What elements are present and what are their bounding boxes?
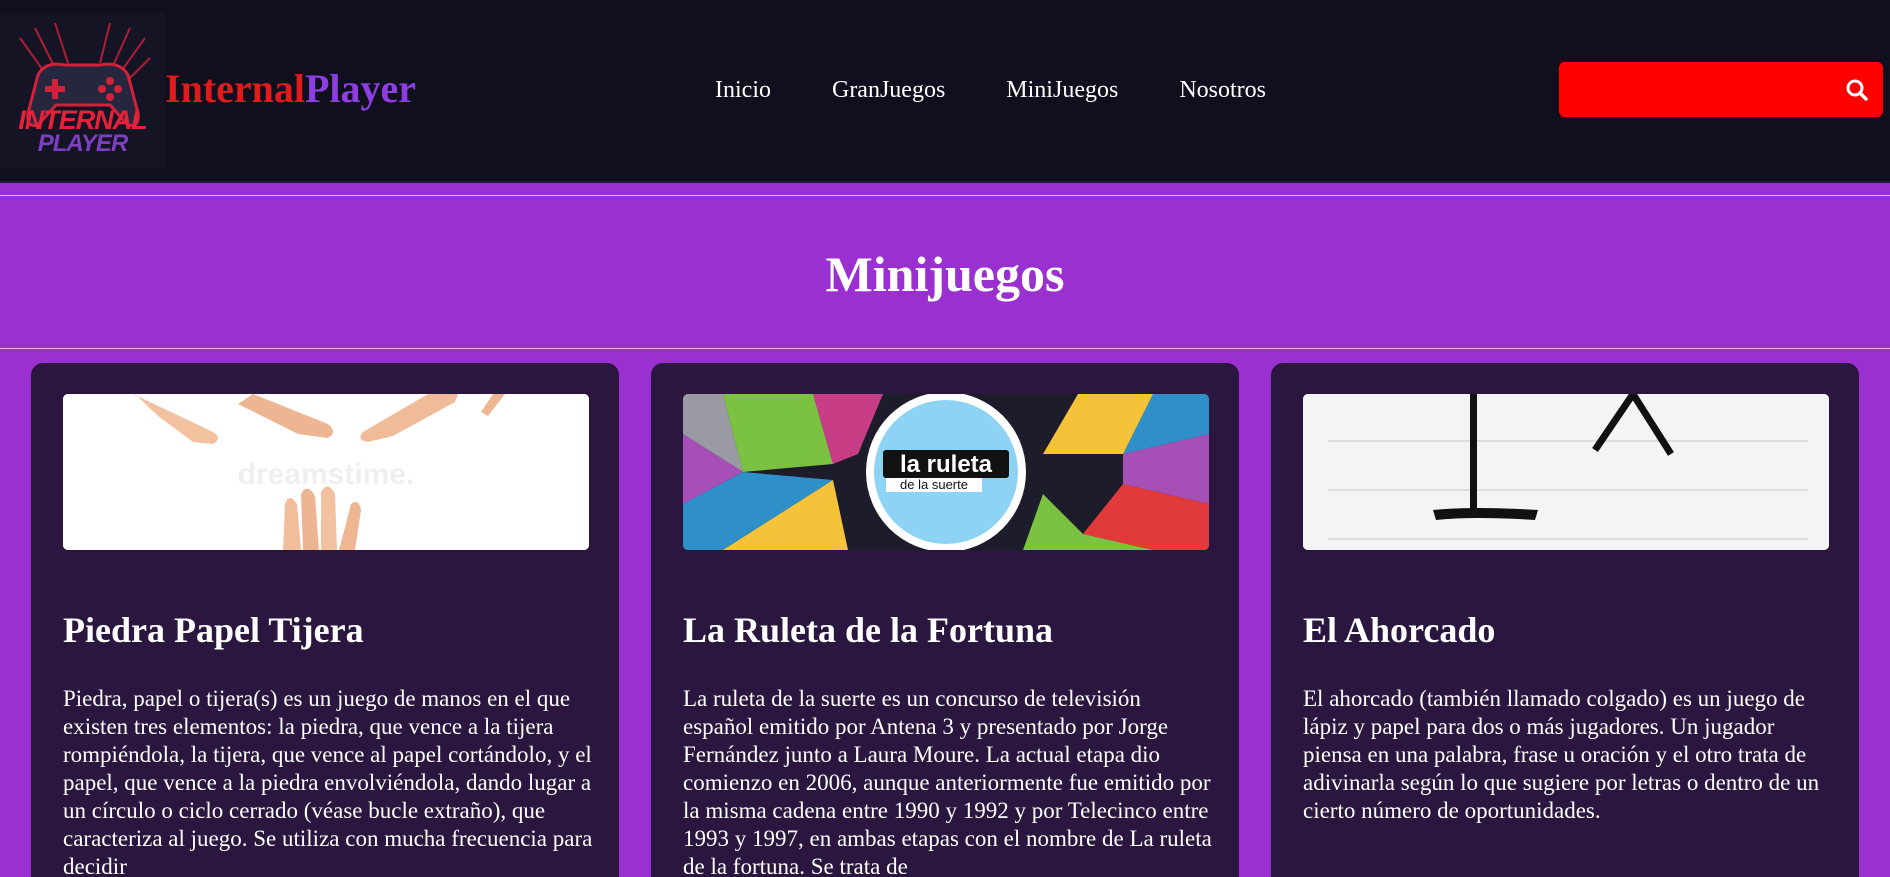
hands-icon: dreamstime. xyxy=(63,394,589,550)
site-header: INTERNAL PLAYER InternalPlayer Inicio Gr… xyxy=(0,0,1890,183)
nav-inicio[interactable]: Inicio xyxy=(715,74,771,106)
search-icon xyxy=(1846,79,1868,101)
brand-name[interactable]: InternalPlayer xyxy=(165,66,416,112)
hangman-icon xyxy=(1303,394,1829,550)
card-title[interactable]: Piedra Papel Tijera xyxy=(63,609,589,651)
brand-part-player: Player xyxy=(305,66,417,111)
fortune-wheel-icon: la ruleta de la suerte xyxy=(683,394,1209,550)
card-description: El ahorcado (también llamado colgado) es… xyxy=(1303,686,1820,823)
site-logo[interactable]: INTERNAL PLAYER xyxy=(0,13,165,168)
game-card-piedra-papel-tijera[interactable]: dreamstime. Piedra Papel Tijera Piedra, … xyxy=(31,363,619,877)
page-title: Minijuegos xyxy=(825,246,1065,302)
card-description: La ruleta de la suerte es un concurso de… xyxy=(683,686,1212,877)
search-input[interactable] xyxy=(1559,62,1829,117)
card-image-hangman[interactable] xyxy=(1303,394,1829,550)
brand-part-internal: Internal xyxy=(165,66,305,111)
main-nav: Inicio GranJuegos MiniJuegos Nosotros xyxy=(715,74,1266,106)
card-description: Piedra, papel o tijera(s) es un juego de… xyxy=(63,686,593,877)
logo-text-player: PLAYER xyxy=(37,130,129,157)
card-title[interactable]: El Ahorcado xyxy=(1303,609,1829,651)
wheel-logo-title: la ruleta xyxy=(900,451,993,478)
card-title[interactable]: La Ruleta de la Fortuna xyxy=(683,609,1209,651)
hero-divider-bottom xyxy=(0,348,1890,349)
nav-granjuegos[interactable]: GranJuegos xyxy=(832,74,945,106)
game-card-ahorcado[interactable]: El Ahorcado El ahorcado (también llamado… xyxy=(1271,363,1859,877)
image-watermark: dreamstime. xyxy=(238,458,415,491)
card-image-wheel[interactable]: la ruleta de la suerte xyxy=(683,394,1209,550)
nav-minijuegos[interactable]: MiniJuegos xyxy=(1006,74,1118,106)
card-image-hands[interactable]: dreamstime. xyxy=(63,394,589,550)
search-bar xyxy=(1559,62,1883,117)
nav-nosotros[interactable]: Nosotros xyxy=(1179,74,1266,106)
wheel-logo-subtitle: de la suerte xyxy=(900,477,968,492)
hero-divider-top xyxy=(0,195,1890,196)
game-card-ruleta-fortuna[interactable]: la ruleta de la suerte La Ruleta de la F… xyxy=(651,363,1239,877)
search-button[interactable] xyxy=(1836,76,1878,104)
